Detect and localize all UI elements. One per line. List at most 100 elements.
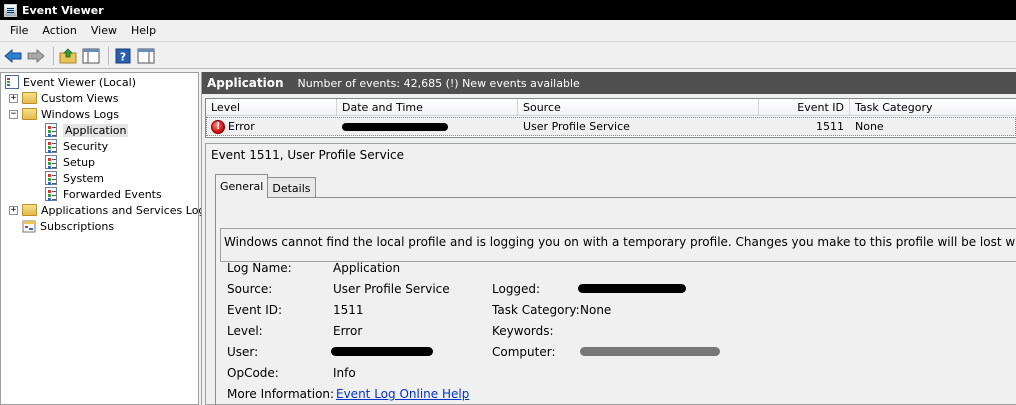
value-task-category: None bbox=[580, 303, 612, 317]
event-description[interactable]: Windows cannot find the local profile an… bbox=[220, 228, 1016, 262]
event-count: Number of events: 42,685 (!) New events … bbox=[297, 76, 580, 90]
log-icon bbox=[45, 187, 57, 201]
cell-date-time bbox=[337, 118, 518, 135]
log-icon bbox=[45, 171, 57, 185]
event-viewer-icon bbox=[5, 75, 19, 89]
redacted-user bbox=[331, 347, 433, 356]
back-arrow-icon[interactable] bbox=[3, 46, 23, 66]
tree-label-system: System bbox=[63, 171, 105, 185]
log-icon bbox=[45, 123, 57, 137]
tree-item-security[interactable]: Security bbox=[45, 138, 108, 154]
grid-header: Level Date and Time Source Event ID Task… bbox=[206, 99, 1016, 116]
column-source[interactable]: Source bbox=[518, 99, 759, 116]
value-opcode: Info bbox=[333, 366, 356, 380]
value-event-id: 1511 bbox=[333, 303, 364, 317]
tree-label-subscriptions: Subscriptions bbox=[40, 219, 115, 233]
tree-label-apps-services: Applications and Services Logs bbox=[41, 203, 212, 217]
column-event-id[interactable]: Event ID bbox=[759, 99, 850, 116]
table-row[interactable]: ! Error User Profile Service 1511 None bbox=[206, 117, 1016, 136]
navigation-tree: Event Viewer (Local) + Custom Views − Wi… bbox=[0, 72, 211, 405]
column-level[interactable]: Level bbox=[206, 99, 337, 116]
label-computer: Computer: bbox=[492, 345, 556, 359]
redacted-logged bbox=[578, 284, 686, 293]
value-source: User Profile Service bbox=[333, 282, 450, 296]
window-title: Event Viewer bbox=[22, 3, 104, 17]
value-log-name: Application bbox=[333, 261, 401, 275]
tree-item-setup[interactable]: Setup bbox=[45, 154, 95, 170]
value-user bbox=[331, 345, 433, 359]
collapse-icon[interactable]: − bbox=[9, 109, 18, 119]
tree-label-security: Security bbox=[63, 139, 109, 153]
cell-level: ! Error bbox=[207, 118, 337, 135]
tree-item-custom-views[interactable]: + Custom Views bbox=[9, 90, 118, 106]
events-grid: Level Date and Time Source Event ID Task… bbox=[205, 98, 1016, 138]
action-pane-icon[interactable] bbox=[136, 46, 156, 66]
toolbar: ? bbox=[0, 43, 1016, 69]
tree-item-apps-services[interactable]: + Applications and Services Logs bbox=[9, 202, 211, 218]
cell-event-id: 1511 bbox=[816, 120, 844, 133]
event-detail-pane: Event 1511, User Profile Service General… bbox=[205, 143, 1016, 405]
expand-icon[interactable]: + bbox=[9, 93, 18, 103]
tree-item-subscriptions[interactable]: Subscriptions bbox=[22, 218, 114, 234]
menu-view[interactable]: View bbox=[84, 24, 124, 37]
tree-label-windows-logs: Windows Logs bbox=[41, 107, 119, 121]
cell-level-text: Error bbox=[228, 120, 255, 133]
menu-action[interactable]: Action bbox=[35, 24, 83, 37]
help-icon[interactable]: ? bbox=[113, 46, 133, 66]
error-icon: ! bbox=[211, 119, 225, 134]
menu-file[interactable]: File bbox=[3, 24, 35, 37]
tree-label-custom-views: Custom Views bbox=[41, 91, 119, 105]
tree-item-root[interactable]: Event Viewer (Local) bbox=[5, 74, 136, 90]
label-log-name: Log Name: bbox=[227, 261, 292, 275]
tree-item-system[interactable]: System bbox=[45, 170, 104, 186]
label-task-category: Task Category: bbox=[492, 303, 580, 317]
tree-label-root: Event Viewer (Local) bbox=[23, 75, 136, 89]
redacted-date-time bbox=[342, 122, 448, 131]
toolbar-separator bbox=[53, 46, 54, 65]
folder-icon bbox=[22, 92, 37, 104]
log-icon bbox=[45, 155, 57, 169]
label-source: Source: bbox=[227, 282, 273, 296]
svg-text:?: ? bbox=[120, 50, 126, 63]
label-level: Level: bbox=[227, 324, 263, 338]
label-more-information: More Information: bbox=[227, 387, 335, 401]
subscriptions-icon bbox=[22, 220, 36, 233]
log-title: Application bbox=[207, 76, 284, 90]
menu-help[interactable]: Help bbox=[124, 24, 163, 37]
tab-general[interactable]: General bbox=[215, 174, 269, 198]
forward-arrow-icon[interactable] bbox=[26, 46, 46, 66]
tree-label-forwarded-events: Forwarded Events bbox=[63, 187, 162, 201]
cell-source: User Profile Service bbox=[523, 120, 630, 133]
log-header: Application Number of events: 42,685 (!)… bbox=[202, 72, 1016, 94]
folder-icon bbox=[22, 204, 37, 216]
detail-tabs: General Details bbox=[215, 174, 316, 198]
tree-label-setup: Setup bbox=[63, 155, 96, 169]
label-opcode: OpCode: bbox=[227, 366, 279, 380]
column-task-category[interactable]: Task Category bbox=[850, 99, 1016, 116]
event-log-online-help-link[interactable]: Event Log Online Help bbox=[336, 387, 469, 401]
toolbar-separator bbox=[108, 46, 109, 65]
redacted-computer bbox=[580, 347, 720, 356]
value-logged bbox=[578, 282, 686, 296]
label-keywords: Keywords: bbox=[492, 324, 554, 338]
value-computer bbox=[580, 345, 720, 359]
show-hide-tree-icon[interactable] bbox=[81, 46, 101, 66]
value-level: Error bbox=[333, 324, 363, 338]
expand-icon[interactable]: + bbox=[9, 205, 18, 215]
event-viewer-app-icon bbox=[4, 3, 17, 17]
content-pane: Application Number of events: 42,685 (!)… bbox=[201, 72, 1016, 405]
tab-details[interactable]: Details bbox=[267, 177, 316, 198]
cell-task-category: None bbox=[855, 120, 884, 133]
tree-label-application: Application bbox=[63, 123, 129, 137]
label-logged: Logged: bbox=[492, 282, 541, 296]
column-date-time[interactable]: Date and Time bbox=[337, 99, 518, 116]
folder-open-icon bbox=[22, 108, 37, 120]
tree-item-forwarded-events[interactable]: Forwarded Events bbox=[45, 186, 162, 202]
menu-bar: File Action View Help bbox=[0, 20, 1016, 42]
label-user: User: bbox=[227, 345, 259, 359]
up-folder-icon[interactable] bbox=[58, 46, 78, 66]
tree-item-windows-logs[interactable]: − Windows Logs bbox=[9, 106, 119, 122]
title-bar: Event Viewer bbox=[0, 0, 1016, 20]
log-icon bbox=[45, 139, 57, 153]
tree-item-application[interactable]: Application bbox=[45, 122, 129, 138]
